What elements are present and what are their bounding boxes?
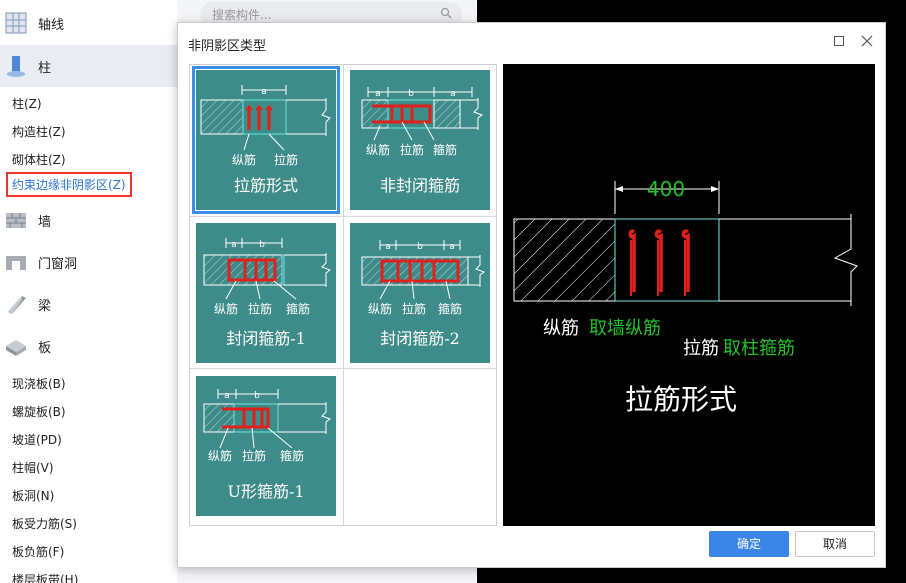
category-label: 梁: [38, 298, 52, 314]
tree-item-floor-strip[interactable]: 楼层板带(H): [12, 571, 78, 583]
dim-label: a: [449, 242, 455, 252]
tree-item-slab-main-rebar[interactable]: 板受力筋(S): [12, 515, 77, 532]
tree-item-ramp[interactable]: 坡道(PD): [12, 431, 62, 448]
search-icon: [440, 7, 452, 19]
category-wall[interactable]: 墙: [0, 199, 177, 241]
option-grid: a 纵筋 拉筋 拉筋形式 a b a 纵筋 拉筋 箍筋 非封闭箍筋 a b 纵筋…: [189, 64, 497, 526]
label-longitudinal: 纵筋: [232, 152, 256, 167]
tree-item-column-cap[interactable]: 柱帽(V): [12, 459, 54, 476]
category-column[interactable]: 柱: [0, 45, 177, 87]
dim-label: a: [224, 391, 230, 401]
label-tie: 拉筋: [274, 152, 298, 167]
tree-item-column[interactable]: 柱(Z): [12, 95, 42, 112]
label-tie: 拉筋: [400, 142, 424, 157]
grid-divider: [343, 65, 344, 525]
grid-divider: [190, 216, 496, 217]
option-caption: U形箍筋-1: [227, 482, 305, 501]
option-caption: 非封闭箍筋: [379, 176, 460, 195]
search-placeholder: 搜索构件...: [212, 8, 272, 22]
label-longitudinal: 纵筋: [366, 142, 390, 157]
label-tie: 拉筋: [248, 301, 272, 316]
preview-hint-column: 取柱箍筋: [723, 338, 795, 359]
category-door-window[interactable]: 门窗洞: [0, 241, 177, 283]
category-slab[interactable]: 板: [0, 325, 177, 367]
tree-item-cast-slab[interactable]: 现浇板(B): [12, 375, 66, 392]
grid-divider: [190, 368, 496, 369]
dim-label: b: [408, 89, 414, 99]
tree-item-masonry-column[interactable]: 砌体柱(Z): [12, 151, 66, 168]
dim-label: b: [259, 240, 265, 250]
slab-icon: [6, 340, 26, 356]
dim-label: b: [254, 391, 260, 401]
dim-label: a: [375, 89, 381, 99]
option-u-stirrup-1[interactable]: a b 纵筋 拉筋 箍筋 U形箍筋-1: [196, 376, 336, 516]
dim-label: a: [450, 89, 456, 99]
option-open-stirrup[interactable]: a b a 纵筋 拉筋 箍筋 非封闭箍筋: [350, 70, 490, 210]
column-icon: [7, 56, 25, 77]
preview-diagram: 400 纵筋 取墙纵筋 拉筋 取柱箍筋 拉筋形式: [513, 177, 858, 416]
dim-label: a: [231, 240, 237, 250]
category-label: 板: [38, 340, 52, 356]
wall-icon: [6, 213, 26, 228]
category-label: 柱: [38, 60, 52, 76]
axis-grid-icon: [5, 12, 27, 34]
ok-button[interactable]: 确定: [709, 531, 789, 557]
dim-label: a: [261, 87, 267, 97]
tree-item-slab-negative-rebar[interactable]: 板负筋(F): [12, 543, 64, 560]
label-stirrup: 箍筋: [286, 301, 310, 316]
label-longitudinal: 纵筋: [214, 301, 238, 316]
label-longitudinal: 纵筋: [208, 448, 232, 463]
tree-item-boundary-non-shadow[interactable]: 约束边缘非阴影区(Z): [6, 172, 132, 197]
category-label: 轴线: [38, 17, 65, 33]
option-tie-bar-form[interactable]: a 纵筋 拉筋 拉筋形式: [192, 66, 340, 214]
preview-panel: 400 纵筋 取墙纵筋 拉筋 取柱箍筋 拉筋形式: [503, 64, 875, 526]
dialog-title: 非阴影区类型: [188, 39, 267, 54]
beam-icon: [8, 296, 26, 314]
option-caption: 拉筋形式: [233, 176, 298, 195]
close-icon[interactable]: [861, 35, 873, 47]
label-tie: 拉筋: [242, 448, 266, 463]
component-tree-sidebar: 轴线 柱 柱(Z) 构造柱(Z) 砌体柱(Z) 约束边缘非阴影区(Z) 墙 门窗…: [0, 0, 177, 583]
dim-label: b: [417, 242, 423, 252]
label-stirrup: 箍筋: [280, 448, 304, 463]
category-beam[interactable]: 梁: [0, 283, 177, 325]
dimension-value: 400: [647, 177, 685, 201]
category-label: 墙: [38, 214, 52, 230]
option-closed-stirrup-2[interactable]: a b a 纵筋 拉筋 箍筋 封闭箍筋-2: [350, 223, 490, 363]
preview-label-longitudinal: 纵筋: [543, 318, 579, 339]
tree-item-spiral-slab[interactable]: 螺旋板(B): [12, 403, 66, 420]
non-shadow-type-dialog: 非阴影区类型 a 纵筋 拉筋 拉筋形式 a b a 纵筋 拉筋 箍筋 非封闭箍筋…: [177, 22, 886, 568]
option-closed-stirrup-1[interactable]: a b 纵筋 拉筋 箍筋 封闭箍筋-1: [196, 223, 336, 363]
label-stirrup: 箍筋: [433, 142, 457, 157]
tree-item-constructional-column[interactable]: 构造柱(Z): [12, 123, 66, 140]
preview-hint-wall: 取墙纵筋: [589, 318, 661, 339]
label-stirrup: 箍筋: [438, 301, 462, 316]
label-longitudinal: 纵筋: [368, 301, 392, 316]
option-caption: 封闭箍筋-2: [380, 329, 460, 348]
dim-label: a: [385, 242, 391, 252]
label-tie: 拉筋: [402, 301, 426, 316]
category-axis[interactable]: 轴线: [0, 2, 177, 44]
door-window-icon: [6, 256, 26, 270]
option-caption: 封闭箍筋-1: [226, 329, 306, 348]
cancel-button[interactable]: 取消: [795, 531, 875, 557]
preview-label-tie: 拉筋: [683, 338, 719, 359]
maximize-icon[interactable]: [833, 35, 845, 47]
category-label: 门窗洞: [38, 256, 78, 272]
tree-item-slab-hole[interactable]: 板洞(N): [12, 487, 54, 504]
preview-caption: 拉筋形式: [625, 383, 737, 416]
